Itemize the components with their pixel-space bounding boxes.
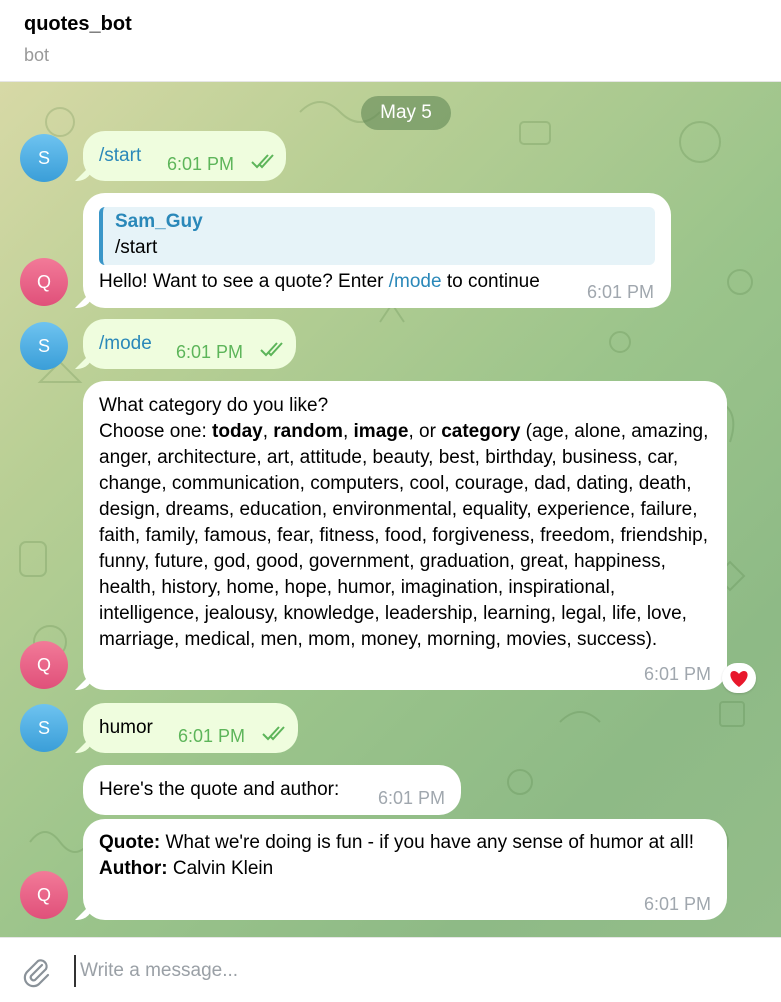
paperclip-icon[interactable] [20, 956, 52, 988]
message-time: 6:01 PM [178, 726, 246, 746]
message-time: 6:01 PM [167, 154, 235, 174]
quote-line: Quote: What we're doing is fun - if you … [99, 830, 711, 856]
option-today: today [212, 421, 263, 442]
reaction-badge[interactable] [722, 663, 756, 693]
message-text-part: Choose one: [99, 421, 213, 442]
chat-header: quotes_bot bot [0, 0, 781, 82]
command-link[interactable]: /mode [389, 271, 442, 292]
message-text: Hello! Want to see a quote? Enter /mode … [99, 269, 540, 295]
heart-icon [730, 671, 748, 687]
reply-text: /start [115, 237, 158, 258]
message-input[interactable] [74, 955, 762, 987]
message-text-part: Hello! Want to see a quote? Enter [99, 271, 389, 292]
message-text: Here's the quote and author: [99, 779, 340, 800]
message-time: 6:01 PM [176, 342, 244, 362]
user-avatar[interactable]: S [20, 322, 68, 370]
message-text-part: to continue [441, 271, 540, 292]
chat-title[interactable]: quotes_bot [24, 13, 132, 36]
outgoing-message[interactable]: humor 6:01 PM [83, 703, 298, 753]
message-text[interactable]: /mode [99, 331, 152, 357]
bot-avatar[interactable]: Q [20, 258, 68, 306]
bot-avatar[interactable]: Q [20, 871, 68, 919]
chat-subtitle: bot [24, 45, 50, 65]
message-text: What category do you like? Choose one: t… [99, 393, 711, 653]
message-line: What category do you like? [99, 395, 329, 416]
author-line: Author: Calvin Klein [99, 856, 711, 882]
user-avatar[interactable]: S [20, 704, 68, 752]
outgoing-message[interactable]: /mode 6:01 PM [83, 319, 296, 369]
quote-text: What we're doing is fun - if you have an… [160, 832, 695, 853]
composer [0, 937, 781, 1002]
incoming-message: Quote: What we're doing is fun - if you … [83, 819, 727, 920]
outgoing-message[interactable]: /start 6:01 PM [83, 131, 286, 181]
quote-label: Quote: [99, 832, 161, 853]
option-image: image [353, 421, 409, 442]
author-label: Author: [99, 858, 168, 879]
reply-quote[interactable]: Sam_Guy /start [99, 207, 655, 265]
read-receipt-icon [262, 726, 285, 741]
message-time: 6:01 PM [644, 664, 712, 684]
bot-avatar[interactable]: Q [20, 641, 68, 689]
read-receipt-icon [251, 154, 274, 169]
message-text[interactable]: /start [99, 143, 141, 169]
message-time: 6:01 PM [378, 788, 446, 808]
message-text: Quote: What we're doing is fun - if you … [99, 830, 711, 882]
incoming-message: What category do you like? Choose one: t… [83, 381, 727, 690]
option-random: random [273, 421, 343, 442]
message-time: 6:01 PM [587, 282, 655, 302]
user-avatar[interactable]: S [20, 134, 68, 182]
message-text: humor [99, 717, 153, 738]
reply-author: Sam_Guy [115, 211, 203, 232]
message-text-part: , [262, 421, 274, 442]
read-receipt-icon [260, 342, 283, 357]
message-time: 6:01 PM [644, 894, 712, 914]
message-line: Choose one: today, random, image, or cat… [99, 419, 711, 653]
author-text: Calvin Klein [167, 858, 274, 879]
incoming-message: Here's the quote and author: 6:01 PM [83, 765, 461, 815]
message-list[interactable]: May 5 S /start 6:01 PM Q Sam_Guy /start … [0, 82, 781, 937]
incoming-message: Sam_Guy /start Hello! Want to see a quot… [83, 193, 671, 308]
message-text-part: , or [408, 421, 442, 442]
option-category: category [441, 421, 521, 442]
date-separator: May 5 [361, 96, 451, 130]
message-text-part: , [342, 421, 354, 442]
category-list: (age, alone, amazing, anger, architectur… [99, 421, 709, 650]
